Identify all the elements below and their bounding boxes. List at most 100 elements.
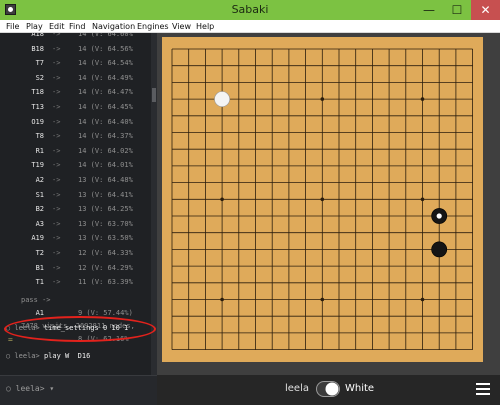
row-move: O19	[31, 117, 44, 126]
star-point	[320, 297, 325, 302]
row-arrow: ->	[52, 117, 61, 126]
row-arrow: ->	[52, 176, 61, 184]
analysis-row: A3 -> 13 (V: 63.70%	[0, 218, 151, 231]
row-move: S1	[35, 190, 44, 199]
menu-file[interactable]: File	[6, 20, 19, 33]
row-move: B1	[35, 263, 44, 272]
analysis-row: T19 -> 14 (V: 64.01%	[0, 159, 151, 172]
prompt-label: ○ leela>	[6, 324, 40, 332]
black-player-name: leela	[285, 383, 309, 394]
menu-engines[interactable]: Engines	[137, 20, 169, 33]
analysis-row: T13 -> 14 (V: 64.45%	[0, 101, 151, 114]
row-move: T19	[31, 161, 44, 170]
row-arrow: ->	[52, 263, 61, 272]
analysis-row: R1 -> 14 (V: 64.02%	[0, 145, 151, 158]
row-move: A18	[31, 33, 44, 38]
row-detail: 14 (V: 64.47%	[78, 88, 133, 97]
row-arrow: ->	[52, 103, 61, 111]
row-move: A3	[35, 219, 44, 228]
menu-view[interactable]: View	[172, 20, 191, 33]
star-point	[420, 97, 425, 101]
white-player-name: White	[345, 383, 375, 394]
row-detail: 14 (V: 64.49%	[78, 73, 133, 82]
star-point	[320, 97, 325, 101]
row-detail: 14 (V: 64.45%	[78, 103, 133, 111]
row-detail: 12 (V: 64.33%	[78, 249, 133, 257]
analysis-row: B1 -> 12 (V: 64.29%	[0, 262, 151, 275]
menu-bar: File Play Edit Find Navigation Engines V…	[0, 20, 500, 33]
menu-navigation[interactable]: Navigation	[92, 20, 135, 33]
player-bar: leela White	[157, 375, 500, 405]
console-scroll-thumb[interactable]	[152, 88, 156, 102]
row-arrow: ->	[52, 88, 61, 97]
row-arrow: ->	[52, 205, 61, 214]
command-text: time_settings 0 10 1	[43, 324, 129, 332]
console-input[interactable]: ○ leela> ▾	[0, 375, 157, 405]
row-detail: 14 (V: 64.01%	[78, 161, 133, 170]
white-stone[interactable]	[214, 91, 230, 107]
row-move: B18	[31, 44, 44, 53]
row-arrow: ->	[52, 73, 61, 82]
analysis-row: S1 -> 13 (V: 64.41%	[0, 189, 151, 202]
prompt-label: ○ leela>	[6, 352, 40, 360]
analysis-row: T18 -> 14 (V: 64.47%	[0, 86, 151, 99]
row-arrow: ->	[52, 249, 61, 257]
analysis-row: A19 -> 13 (V: 63.50%	[0, 232, 151, 245]
row-detail: 13 (V: 63.50%	[78, 234, 133, 243]
hamburger-menu-icon[interactable]	[476, 383, 490, 395]
maximize-button[interactable]: ☐	[443, 0, 471, 20]
analysis-row: A2 -> 13 (V: 64.48%	[0, 174, 151, 187]
command-text: play W D16	[43, 352, 91, 360]
row-arrow: ->	[52, 146, 61, 155]
row-move: T7	[35, 59, 44, 68]
star-point	[220, 297, 224, 302]
row-detail: 14 (V: 64.40%	[78, 117, 133, 126]
row-move: A2	[35, 176, 44, 184]
close-button[interactable]: ✕	[471, 0, 500, 20]
row-move: R1	[35, 146, 44, 155]
black-stone[interactable]	[431, 241, 448, 258]
analysis-row-a1: A1 -> 8 (V: 62.16%	[0, 294, 151, 343]
row-detail: 14 (V: 64.02%	[78, 146, 133, 155]
board-grid[interactable]	[162, 37, 483, 362]
star-point	[220, 197, 224, 202]
row-detail: 14 (V: 64.37%	[78, 132, 133, 141]
analysis-row: B18 -> 14 (V: 64.56%	[0, 43, 151, 56]
minimize-button[interactable]: —	[415, 0, 443, 20]
row-arrow: ->	[52, 59, 61, 68]
row-detail: 13 (V: 63.70%	[78, 219, 133, 228]
command-line-1: ○ leela> time_settings 0 10 1	[6, 324, 128, 332]
last-move-marker	[436, 213, 442, 219]
analysis-summary: 7478 visits, 2692811 nodes,	[0, 307, 151, 330]
row-arrow: ->	[52, 190, 61, 199]
command-line-2: ○ leela> play W D16	[6, 352, 90, 360]
menu-edit[interactable]: Edit	[49, 20, 65, 33]
star-point	[420, 197, 425, 202]
turn-toggle[interactable]	[316, 381, 340, 397]
gtp-console[interactable]: A18 -> 14 (V: 64.60% B18 -> 14 (V: 64.56% T7 ->…	[0, 33, 157, 405]
analysis-row: B2 -> 13 (V: 64.25%	[0, 203, 151, 216]
row-move: T8	[35, 132, 44, 141]
row-move: T13	[31, 103, 44, 111]
row-move: T2	[35, 249, 44, 257]
pass-row: pass -> 9 (V: 57.44%)	[0, 281, 151, 317]
engine-select-prompt[interactable]: ○ leela> ▾	[6, 384, 54, 393]
go-board[interactable]	[162, 37, 483, 362]
star-point	[320, 197, 325, 202]
analysis-row: T8 -> 14 (V: 64.37%	[0, 130, 151, 143]
analysis-row: T7 -> 14 (V: 64.54%	[0, 57, 151, 70]
row-move: B2	[35, 205, 44, 214]
row-detail: 13 (V: 64.25%	[78, 205, 133, 214]
row-move: T18	[31, 88, 44, 97]
menu-help[interactable]: Help	[196, 20, 214, 33]
analysis-row: T2 -> 12 (V: 64.33%	[0, 247, 151, 260]
row-arrow: ->	[52, 33, 61, 38]
row-detail: 14 (V: 64.54%	[78, 59, 133, 68]
row-arrow: ->	[52, 219, 61, 228]
menu-play[interactable]: Play	[26, 20, 43, 33]
menu-find[interactable]: Find	[69, 20, 85, 33]
row-detail: 14 (V: 64.60%	[78, 33, 133, 38]
row-move: S2	[35, 73, 44, 82]
row-arrow: ->	[52, 44, 61, 53]
row-arrow: ->	[52, 234, 61, 243]
